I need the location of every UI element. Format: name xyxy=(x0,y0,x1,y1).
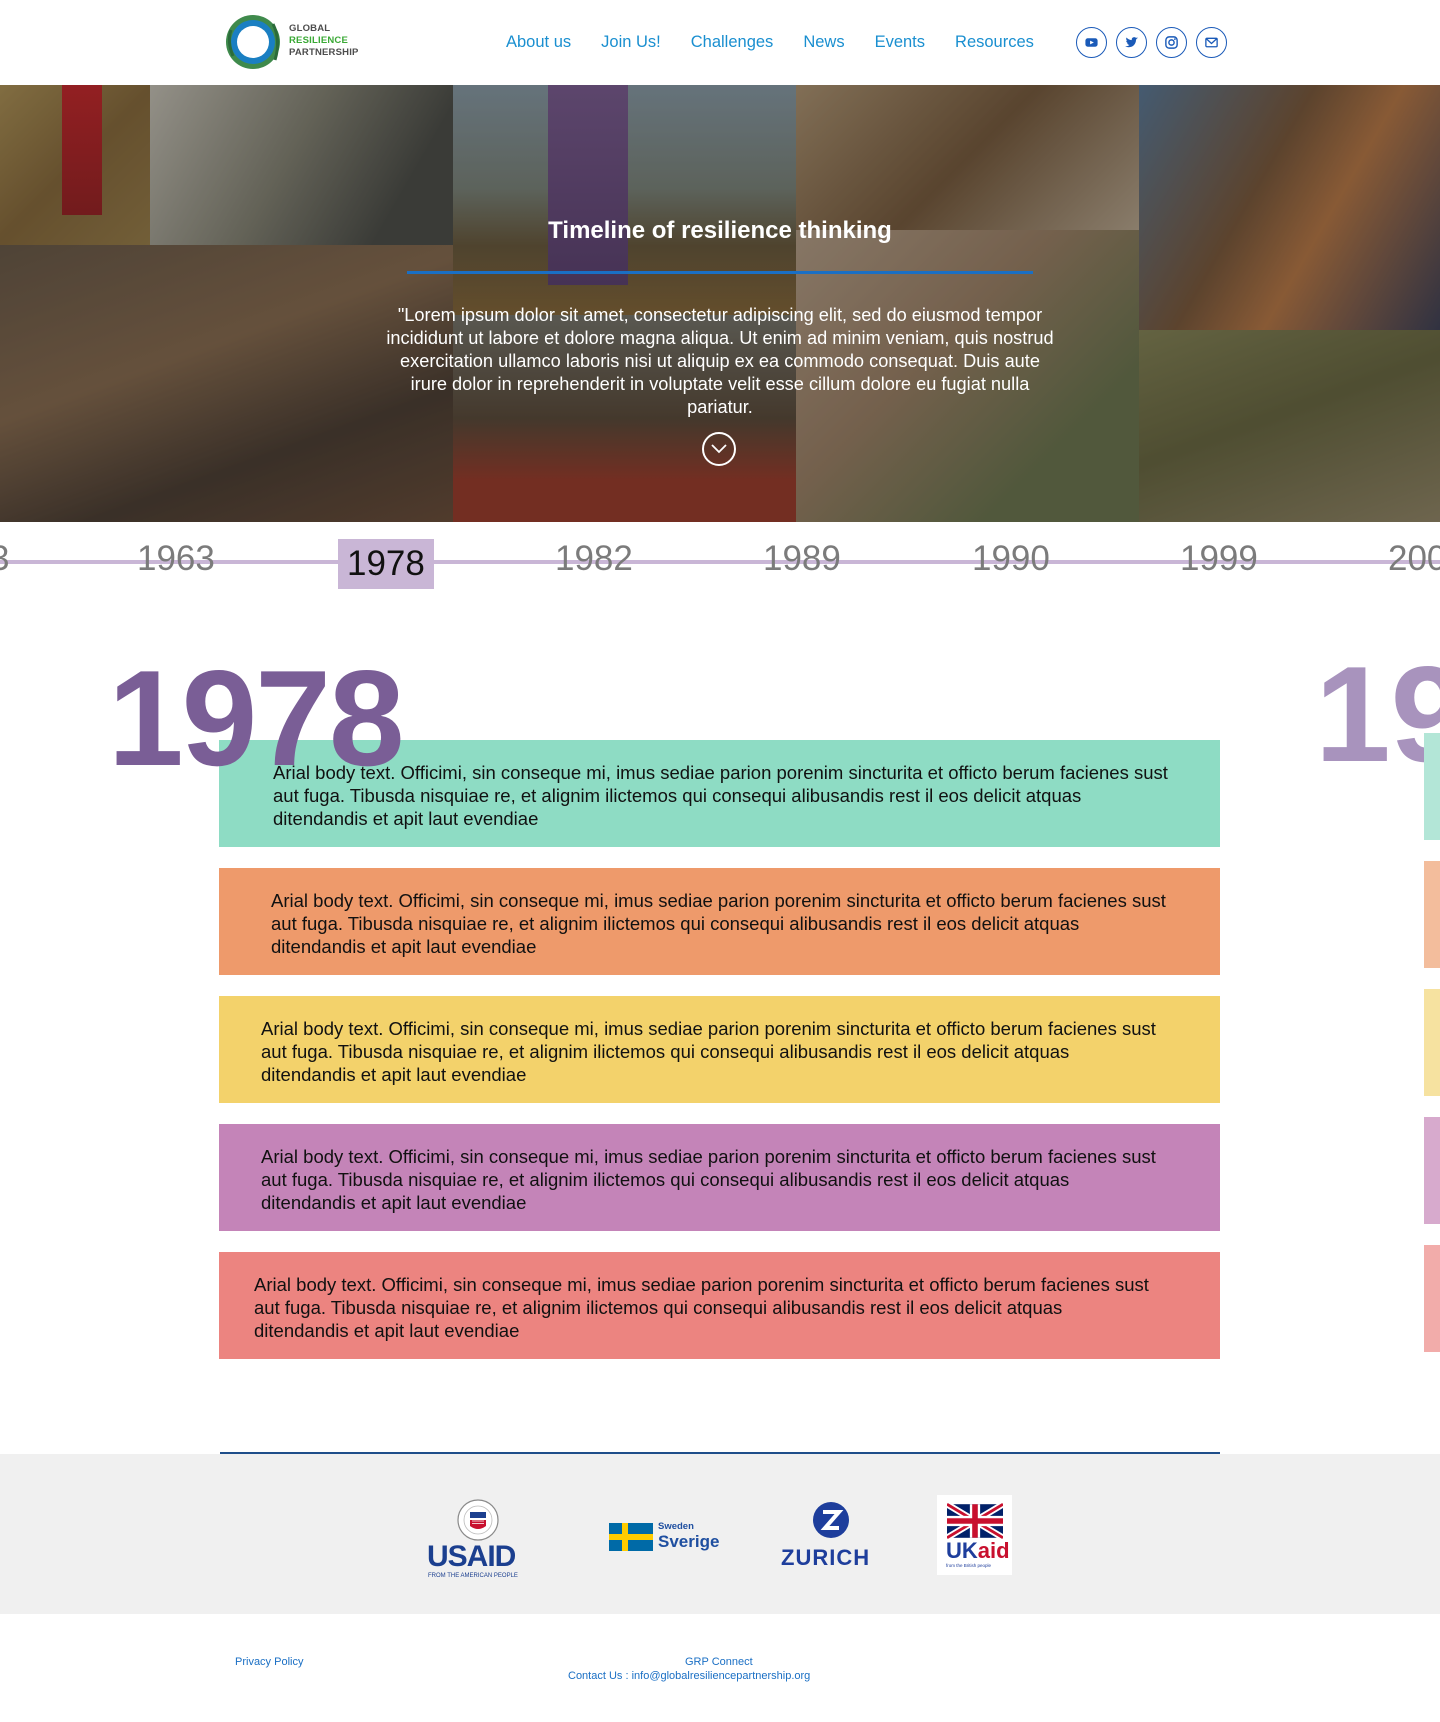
hero-quote: "Lorem ipsum dolor sit amet, consectetur… xyxy=(386,305,1054,417)
sverige-logo[interactable]: Sweden Sverige xyxy=(609,1521,729,1561)
main-nav: About us Join Us! Challenges News Events… xyxy=(506,28,1064,56)
email-icon[interactable] xyxy=(1196,27,1227,58)
event-card-text: Arial body text. Officimi, sin conseque … xyxy=(271,890,1166,957)
ukaid-logo[interactable]: UKaid from the British people xyxy=(937,1495,1012,1575)
timeline-year-1999[interactable]: 1999 xyxy=(1180,539,1258,579)
timeline-year-partial-left[interactable]: 3 xyxy=(0,539,9,579)
contact-us-link[interactable]: Contact Us : info@globalresiliencepartne… xyxy=(568,1670,810,1682)
logo-ring-icon xyxy=(226,15,280,69)
event-card-4: Arial body text. Officimi, sin conseque … xyxy=(219,1124,1220,1231)
usaid-logo[interactable]: USAID FROM THE AMERICAN PEOPLE xyxy=(425,1498,530,1579)
union-jack-icon xyxy=(947,1503,1003,1539)
usaid-tagline: FROM THE AMERICAN PEOPLE xyxy=(428,1573,518,1579)
next-card-peek-3 xyxy=(1424,989,1440,1096)
ukaid-tagline: from the British people xyxy=(946,1563,992,1568)
timeline-year-partial-right[interactable]: 200 xyxy=(1388,539,1440,579)
timeline-year-1989[interactable]: 1989 xyxy=(763,539,841,579)
event-card-text: Arial body text. Officimi, sin conseque … xyxy=(273,762,1168,829)
usaid-wordmark: USAID xyxy=(427,1540,516,1573)
next-card-peek-2 xyxy=(1424,861,1440,968)
logo-line-partnership: PARTNERSHIP xyxy=(289,47,359,58)
grp-logo[interactable]: GLOBAL RESILIENCE PARTNERSHIP xyxy=(225,10,370,74)
ukaid-aid: aid xyxy=(977,1538,1010,1563)
privacy-policy-link[interactable]: Privacy Policy xyxy=(235,1656,303,1668)
site-header: GLOBAL RESILIENCE PARTNERSHIP About us J… xyxy=(0,0,1440,85)
logo-line-global: GLOBAL xyxy=(289,23,331,34)
chevron-down-icon xyxy=(711,444,727,454)
event-card-text: Arial body text. Officimi, sin conseque … xyxy=(254,1274,1149,1341)
event-card-5: Arial body text. Officimi, sin conseque … xyxy=(219,1252,1220,1359)
zurich-wordmark: ZURICH xyxy=(781,1545,871,1570)
hero-title: Timeline of resilience thinking xyxy=(548,217,892,244)
next-card-peek-1 xyxy=(1424,733,1440,840)
sponsor-logos: USAID FROM THE AMERICAN PEOPLE Sweden Sv… xyxy=(0,1454,1440,1614)
event-card-2: Arial body text. Officimi, sin conseque … xyxy=(219,868,1220,975)
logo-wordmark: GLOBAL RESILIENCE PARTNERSHIP xyxy=(289,23,359,59)
nav-challenges[interactable]: Challenges xyxy=(691,28,774,56)
ukaid-wordmark: UKaid xyxy=(946,1539,1010,1563)
event-card-text: Arial body text. Officimi, sin conseque … xyxy=(261,1018,1156,1085)
timeline-year-1963[interactable]: 1963 xyxy=(137,539,215,579)
nav-news[interactable]: News xyxy=(803,28,844,56)
sverige-small-text: Sweden xyxy=(658,1521,694,1532)
instagram-icon[interactable] xyxy=(1156,27,1187,58)
twitter-icon[interactable] xyxy=(1116,27,1147,58)
usaid-seal-icon xyxy=(457,1499,499,1541)
event-card-text: Arial body text. Officimi, sin conseque … xyxy=(261,1146,1156,1213)
youtube-icon[interactable] xyxy=(1076,27,1107,58)
nav-resources[interactable]: Resources xyxy=(955,28,1034,56)
zurich-z-icon xyxy=(813,1502,849,1538)
next-year-heading: 19 xyxy=(1315,638,1440,790)
year-timeline: 3 1963 1978 1982 1989 1990 1999 200 xyxy=(0,522,1440,592)
ukaid-uk: UK xyxy=(946,1538,978,1563)
zurich-logo[interactable]: ZURICH xyxy=(780,1501,890,1573)
nav-join-us[interactable]: Join Us! xyxy=(601,28,661,56)
hero-divider xyxy=(407,271,1033,274)
hero-banner: Timeline of resilience thinking "Lorem i… xyxy=(0,85,1440,522)
logo-line-resilience: RESILIENCE xyxy=(289,35,349,46)
event-card-3: Arial body text. Officimi, sin conseque … xyxy=(219,996,1220,1103)
sverige-wordmark: Sverige xyxy=(658,1532,720,1551)
timeline-year-1990[interactable]: 1990 xyxy=(972,539,1050,579)
current-year-heading: 1978 xyxy=(108,642,405,794)
swedish-flag-icon xyxy=(609,1523,653,1551)
grp-connect-link[interactable]: GRP Connect xyxy=(685,1656,753,1668)
timeline-year-1978[interactable]: 1978 xyxy=(338,539,434,589)
next-card-peek-4 xyxy=(1424,1117,1440,1224)
scroll-down-button[interactable] xyxy=(702,432,736,466)
timeline-year-1982[interactable]: 1982 xyxy=(555,539,633,579)
next-card-peek-5 xyxy=(1424,1245,1440,1352)
nav-events[interactable]: Events xyxy=(875,28,925,56)
social-links xyxy=(1076,27,1227,58)
site-footer: Privacy Policy GRP Connect Contact Us : … xyxy=(0,1614,1440,1722)
nav-about-us[interactable]: About us xyxy=(506,28,571,56)
